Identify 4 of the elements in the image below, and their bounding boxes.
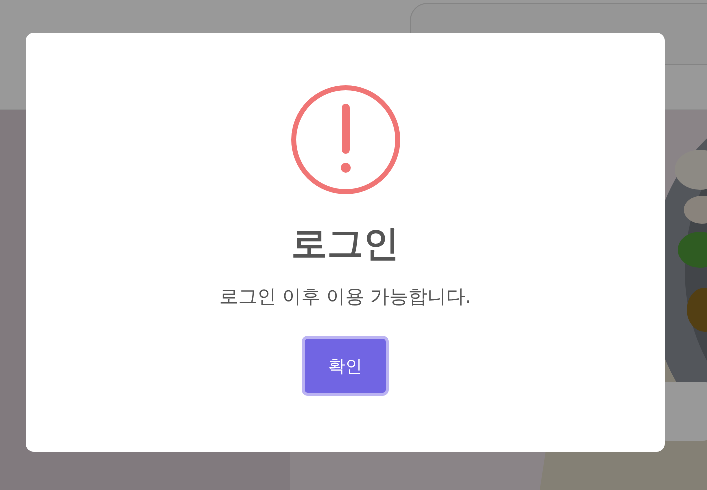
dialog-title: 로그인 (292, 223, 400, 267)
dialog-message: 로그인 이후 이용 가능합니다. (219, 285, 472, 310)
warning-icon (290, 84, 402, 196)
confirm-button[interactable]: 확인 (302, 336, 389, 396)
